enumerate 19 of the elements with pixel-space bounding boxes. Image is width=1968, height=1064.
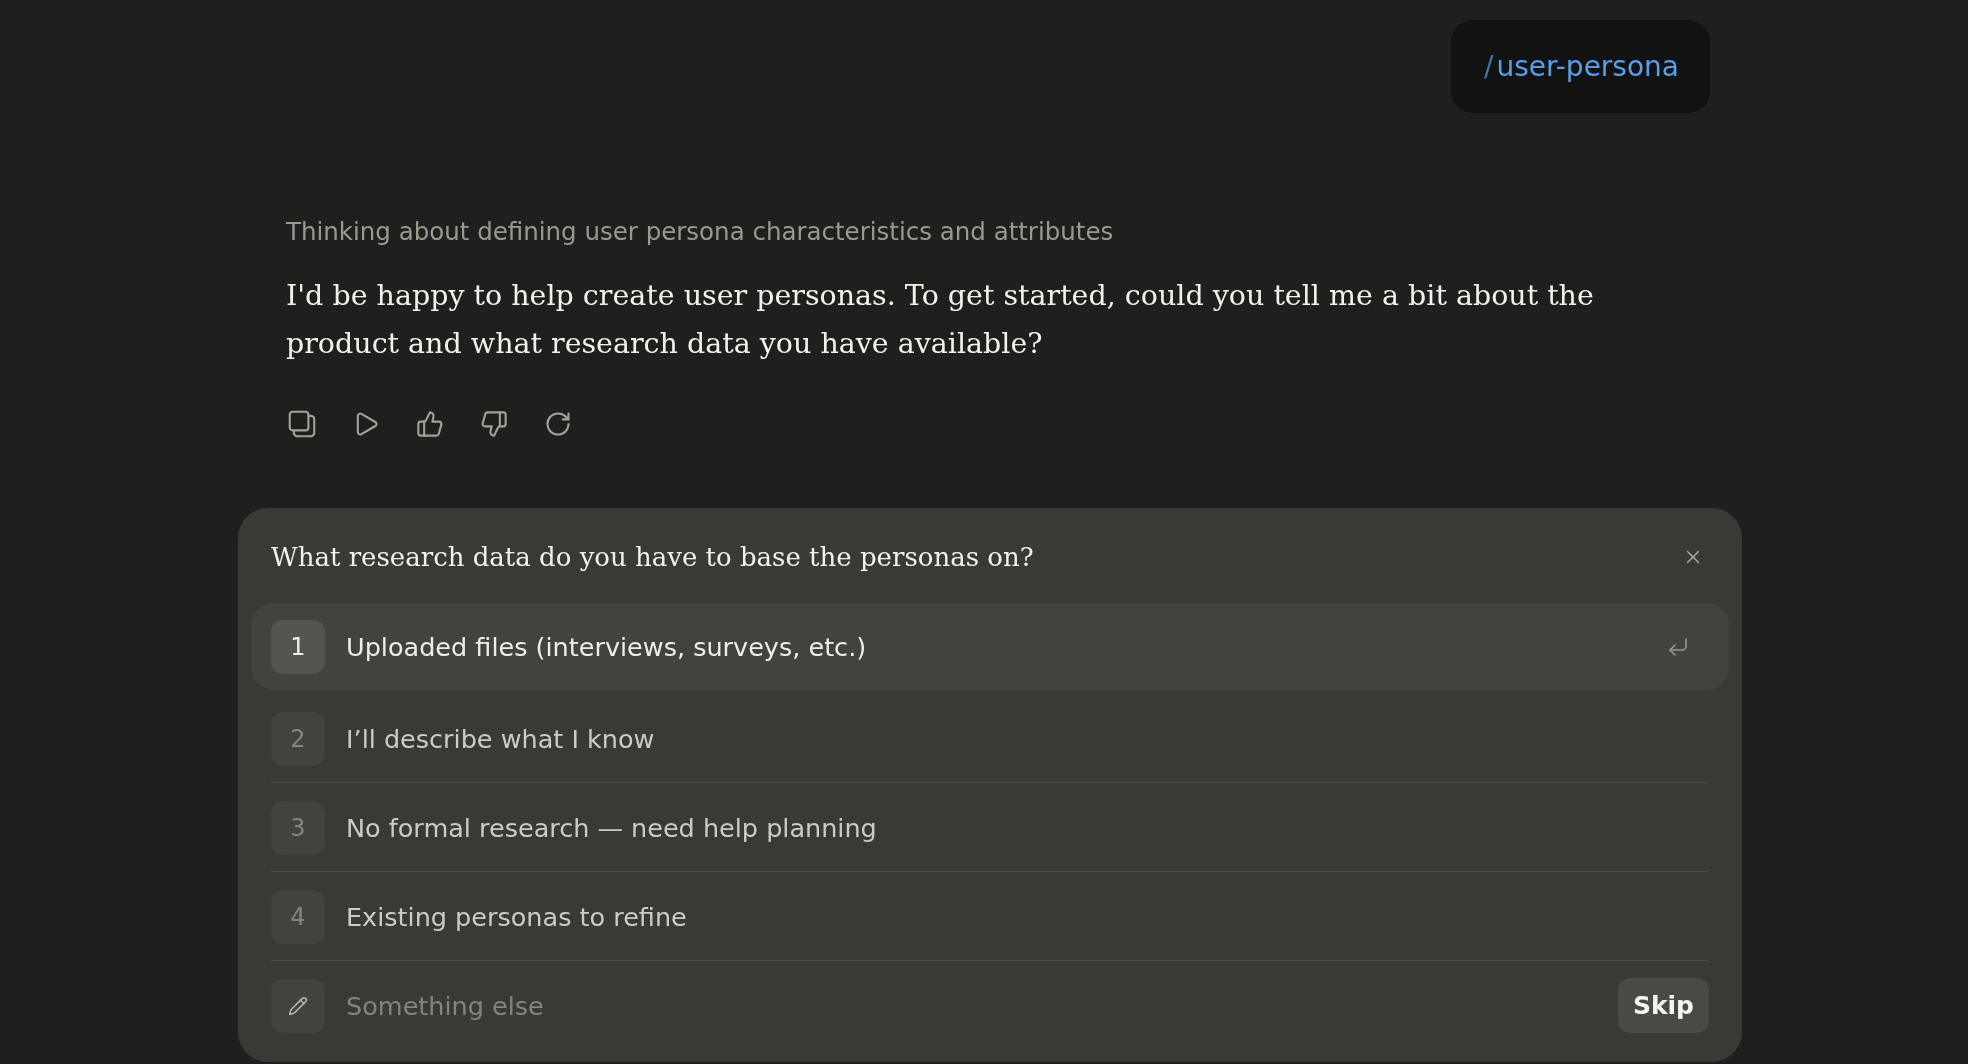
thumbs-up-icon — [416, 410, 444, 438]
option-number: 3 — [271, 800, 325, 855]
answer-option[interactable]: 3 No formal research — need help planning — [251, 783, 1729, 872]
option-number: 1 — [271, 619, 325, 674]
pencil-icon — [271, 978, 325, 1033]
retry-icon — [544, 410, 572, 438]
thumbs-down-icon — [480, 410, 508, 438]
input-field[interactable]: Something else — [346, 990, 1597, 1021]
assistant-message: I'd be happy to help create user personas. To get started, could you tell me a bit about the product and what research data you have available? — [286, 278, 1595, 362]
option-number: 4 — [271, 889, 325, 944]
slash-command: /user-persona — [1484, 50, 1679, 83]
copy-icon — [288, 410, 316, 438]
answer-option[interactable]: 4 Existing personas to refine — [251, 872, 1729, 961]
skip-button[interactable]: Skip — [1617, 978, 1709, 1033]
answer-option[interactable]: 1 Uploaded files (interviews, surveys, etc.) — [251, 603, 1729, 690]
thinking-status: Thinking about defining user persona characteristics and attributes — [286, 217, 1115, 247]
option-number: 2 — [271, 711, 325, 766]
question-text: What research data do you have to base the personas on? — [271, 541, 1034, 572]
answer-option[interactable]: 2 I’ll describe what I know — [251, 694, 1729, 783]
